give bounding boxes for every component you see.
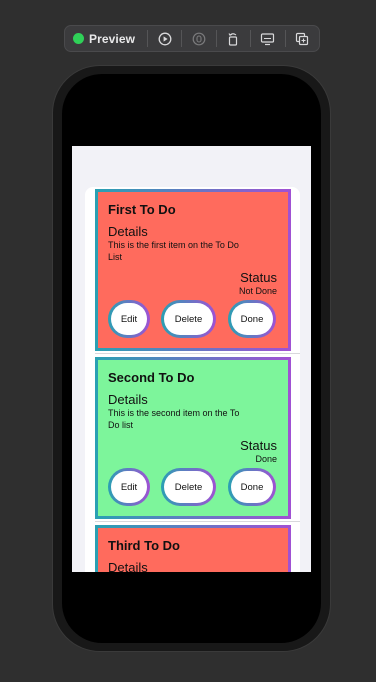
delete-button-label: Delete (164, 303, 213, 335)
play-icon (158, 32, 172, 45)
status-value: Done (255, 454, 277, 464)
todo-list[interactable]: First To Do Details This is the first it… (85, 187, 300, 572)
rotate-button[interactable] (223, 28, 244, 49)
device-frame: First To Do Details This is the first it… (52, 65, 331, 652)
toolbar-divider (147, 30, 148, 47)
action-buttons: Edit Delete Done (108, 300, 278, 338)
row-separator (95, 521, 300, 522)
preview-toolbar: Preview (64, 25, 320, 52)
device-settings-icon (261, 32, 275, 45)
live-preview-button[interactable]: Preview (71, 28, 141, 49)
row-separator (95, 353, 300, 354)
details-text: This is the second item on the To Do lis… (108, 408, 240, 430)
details-label: Details (108, 560, 148, 572)
duplicate-button[interactable] (291, 28, 312, 49)
variants-button[interactable] (188, 28, 209, 49)
done-button[interactable]: Done (228, 300, 276, 338)
todo-card[interactable]: First To Do Details This is the first it… (95, 189, 291, 351)
toolbar-divider (215, 30, 217, 47)
app-screen[interactable]: First To Do Details This is the first it… (72, 146, 311, 572)
variants-icon (192, 32, 206, 45)
play-button[interactable] (154, 28, 175, 49)
todo-title: Second To Do (108, 370, 195, 385)
device-settings-button[interactable] (257, 28, 278, 49)
rotate-icon (228, 32, 238, 46)
device-bezel: First To Do Details This is the first it… (62, 74, 321, 643)
details-label: Details (108, 224, 148, 239)
todo-title: Third To Do (108, 538, 180, 553)
duplicate-icon (296, 32, 309, 45)
action-buttons: Edit Delete Done (108, 468, 278, 506)
details-text: This is the first item on the To Do List (108, 240, 239, 262)
delete-button[interactable]: Delete (161, 468, 216, 506)
status-block: Status Not Done (239, 270, 277, 297)
edit-button[interactable]: Edit (108, 468, 150, 506)
status-block: Status Done (240, 438, 277, 465)
edit-button[interactable]: Edit (108, 300, 150, 338)
details-label: Details (108, 392, 148, 407)
status-label: Status (240, 438, 277, 453)
todo-card[interactable]: Third To Do Details (95, 525, 291, 572)
done-button-label: Done (231, 303, 273, 335)
delete-button[interactable]: Delete (161, 300, 216, 338)
todo-title: First To Do (108, 202, 176, 217)
done-button[interactable]: Done (228, 468, 276, 506)
edit-button-label: Edit (111, 303, 147, 335)
toolbar-divider (250, 30, 252, 47)
live-preview-icon (73, 33, 84, 44)
edit-button-label: Edit (111, 471, 147, 503)
status-value: Not Done (238, 286, 277, 296)
preview-label: Preview (89, 31, 136, 46)
toolbar-divider (284, 30, 286, 47)
todo-card[interactable]: Second To Do Details This is the second … (95, 357, 291, 519)
delete-button-label: Delete (164, 471, 213, 503)
done-button-label: Done (231, 471, 273, 503)
toolbar-divider (181, 30, 183, 47)
status-label: Status (240, 270, 277, 285)
